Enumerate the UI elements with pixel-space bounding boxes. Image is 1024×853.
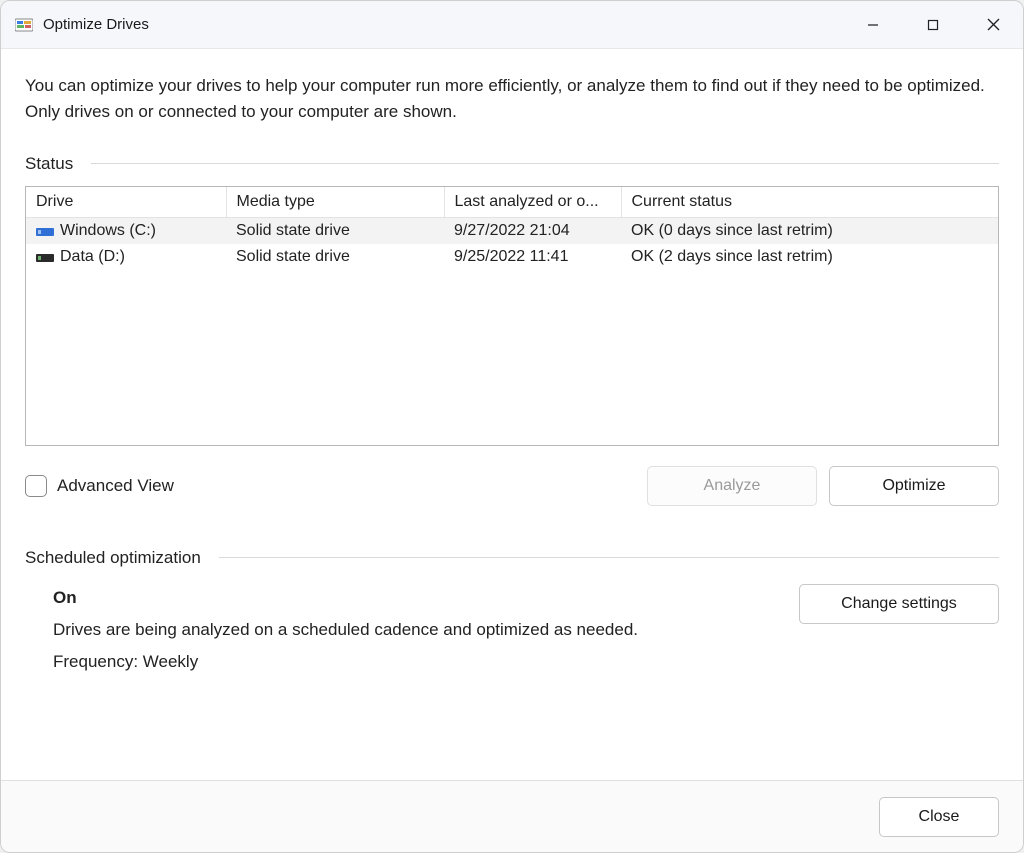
optimize-drives-window: Optimize Drives You can optimize your dr… [0, 0, 1024, 853]
scheduled-label: Scheduled optimization [25, 548, 201, 568]
table-row[interactable]: Data (D:) Solid state drive 9/25/2022 11… [26, 244, 998, 270]
advanced-view-checkbox[interactable]: Advanced View [25, 475, 174, 497]
last-analyzed: 9/27/2022 21:04 [444, 217, 621, 244]
drive-name: Data (D:) [60, 248, 125, 266]
window-title: Optimize Drives [43, 16, 149, 33]
app-icon [15, 16, 33, 34]
maximize-button[interactable] [903, 1, 963, 49]
scheduled-text: On Drives are being analyzed on a schedu… [25, 582, 799, 679]
close-button[interactable]: Close [879, 797, 999, 837]
drives-table[interactable]: Drive Media type Last analyzed or o... C… [25, 186, 999, 446]
scheduled-desc: Drives are being analyzed on a scheduled… [53, 614, 799, 646]
scheduled-frequency: Frequency: Weekly [53, 646, 799, 678]
current-status: OK (2 days since last retrim) [621, 244, 998, 270]
advanced-view-label: Advanced View [57, 476, 174, 496]
drive-name: Windows (C:) [60, 222, 156, 240]
media-type: Solid state drive [226, 244, 444, 270]
change-settings-button[interactable]: Change settings [799, 584, 999, 624]
current-status: OK (0 days since last retrim) [621, 217, 998, 244]
minimize-button[interactable] [843, 1, 903, 49]
status-header: Status [25, 154, 999, 174]
table-header-row: Drive Media type Last analyzed or o... C… [26, 187, 998, 218]
titlebar: Optimize Drives [1, 1, 1023, 49]
status-label: Status [25, 154, 73, 174]
col-drive[interactable]: Drive [26, 187, 226, 218]
scheduled-header: Scheduled optimization [25, 548, 999, 568]
below-table-row: Advanced View Analyze Optimize [25, 466, 999, 506]
media-type: Solid state drive [226, 217, 444, 244]
footer: Close [1, 780, 1023, 852]
col-media-type[interactable]: Media type [226, 187, 444, 218]
analyze-button[interactable]: Analyze [647, 466, 817, 506]
drive-icon [36, 225, 54, 237]
checkbox-box[interactable] [25, 475, 47, 497]
last-analyzed: 9/25/2022 11:41 [444, 244, 621, 270]
scheduled-state: On [53, 582, 799, 614]
optimize-button[interactable]: Optimize [829, 466, 999, 506]
col-current-status[interactable]: Current status [621, 187, 998, 218]
close-window-button[interactable] [963, 1, 1023, 49]
content-area: You can optimize your drives to help you… [1, 49, 1023, 780]
table-row[interactable]: Windows (C:) Solid state drive 9/27/2022… [26, 217, 998, 244]
drive-icon [36, 251, 54, 263]
col-last-analyzed[interactable]: Last analyzed or o... [444, 187, 621, 218]
divider [91, 163, 999, 164]
scheduled-optimization-section: Scheduled optimization On Drives are bei… [25, 548, 999, 679]
intro-text: You can optimize your drives to help you… [25, 73, 999, 126]
divider [219, 557, 999, 558]
